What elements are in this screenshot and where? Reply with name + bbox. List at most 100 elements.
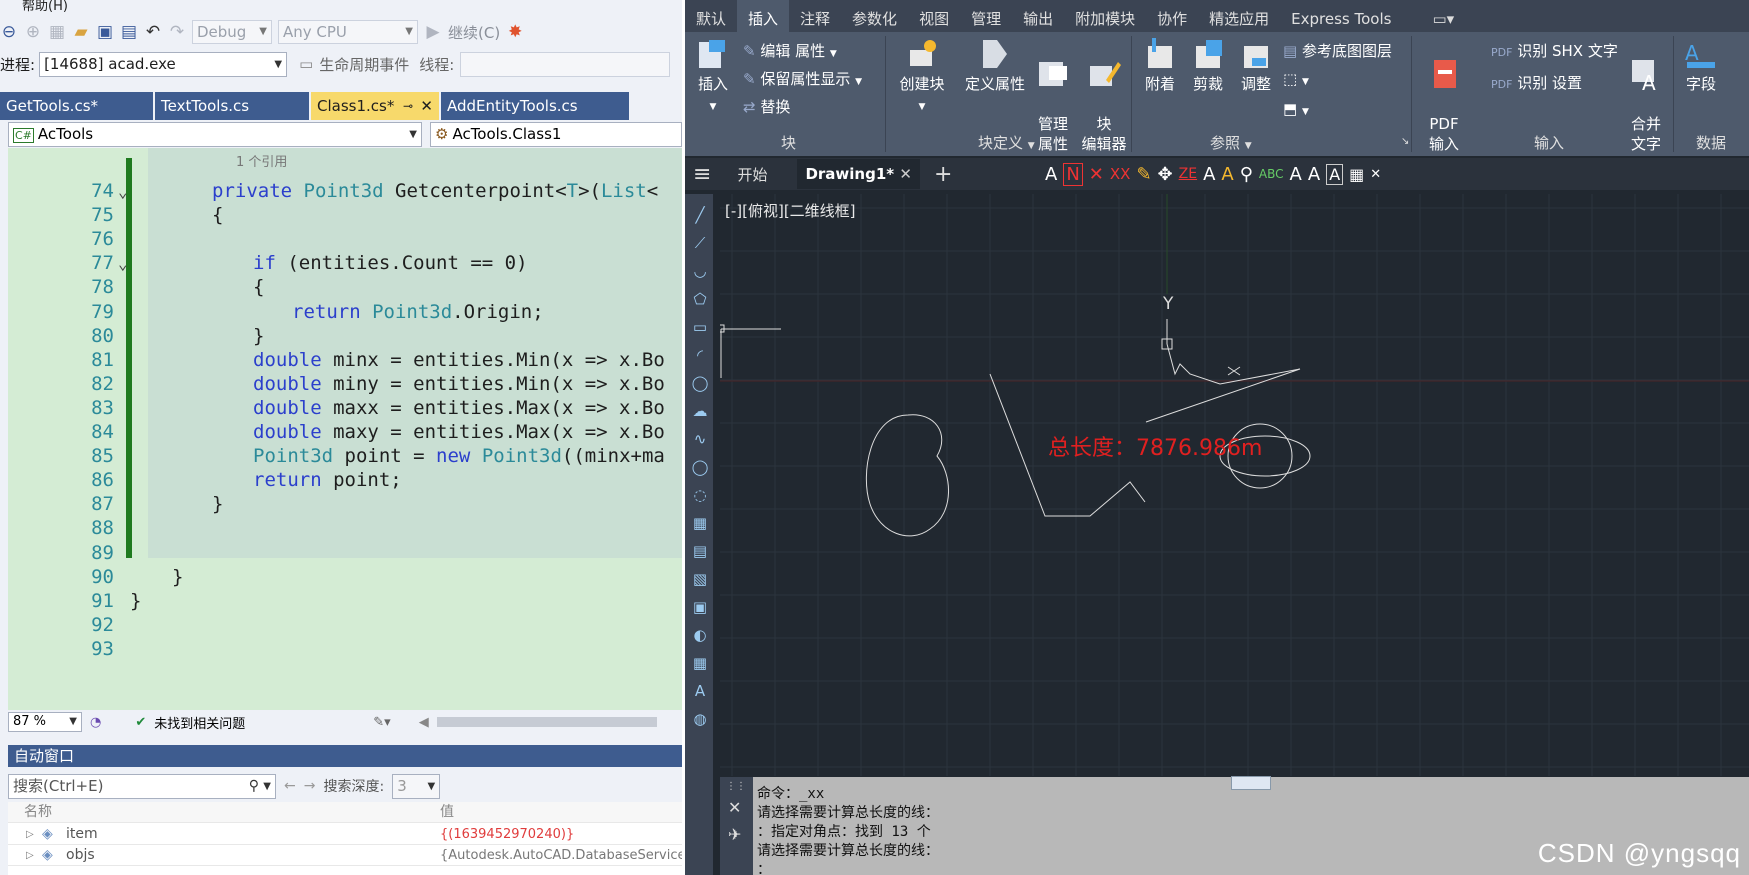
polyline-tool-icon[interactable]: ◡ [691, 262, 709, 280]
wrench-icon[interactable]: ✈ [728, 825, 753, 844]
underlay-layers-button[interactable]: ▤ 参考底图图层 [1283, 40, 1392, 61]
ribbon-tab[interactable]: 参数化 [841, 0, 908, 32]
panel-launcher-icon[interactable]: ↘ [1401, 136, 1409, 147]
code-line[interactable]: 85 Point3d point = new Point3d((minx+ma [8, 443, 682, 470]
command-line-resize-handle[interactable] [1231, 776, 1271, 790]
scroll-left-icon[interactable]: ◀ [419, 715, 429, 730]
search-icon[interactable]: ⚲ [249, 775, 259, 798]
point-tool-icon[interactable]: ◍ [691, 710, 709, 728]
ribbon-options-icon[interactable]: ▭▾ [1432, 0, 1454, 32]
chevron-down-icon[interactable]: ▼ [1028, 141, 1035, 151]
insert-block-button[interactable]: 插入 ▼ [691, 36, 735, 117]
spellcheck-icon[interactable]: ABC [1259, 167, 1284, 181]
replace-button[interactable]: ⇄ 替换 [743, 96, 790, 117]
tab-gettools[interactable]: GetTools.cs* [0, 92, 155, 120]
grip-icon[interactable]: ⋮⋮ [726, 781, 753, 792]
chevron-down-icon[interactable]: ▼ [1245, 141, 1252, 151]
tab-drawing1[interactable]: Drawing1* ✕ [797, 159, 920, 189]
toolbar-close-icon[interactable]: ✕ [1370, 167, 1381, 182]
undo-icon[interactable]: ↶ [144, 22, 162, 42]
spline-tool-icon[interactable]: ∿ [691, 430, 709, 448]
code-line[interactable]: 86 return point; [8, 467, 682, 494]
table-tool-icon[interactable]: ▦ [691, 654, 709, 672]
thread-dropdown[interactable] [460, 51, 671, 77]
ribbon-tab[interactable]: 默认 [685, 0, 737, 32]
create-block-button[interactable]: 创建块 ▼ [897, 36, 947, 117]
tab-addentitytools[interactable]: AddEntityTools.cs [441, 92, 631, 120]
class-dropdown[interactable]: ⚙ AcTools.Class1 [430, 122, 682, 147]
redo-icon[interactable]: ↷ [168, 22, 186, 42]
search-depth-dropdown[interactable]: 3 ▼ [392, 773, 441, 799]
ribbon-tab[interactable]: 管理 [960, 0, 1012, 32]
code-line[interactable]: 78 { [8, 274, 682, 301]
circle-tool-icon[interactable]: ◯ [691, 374, 709, 392]
wipeout-tool-icon[interactable]: ◐ [691, 626, 709, 644]
ribbon-tab[interactable]: 插入 [737, 0, 790, 32]
table-row[interactable]: ▷ ◈ objs {Autodesk.AutoCAD.DatabaseServi… [8, 845, 682, 866]
code-line[interactable]: 79 return Point3d.Origin; [8, 299, 682, 326]
close-icon[interactable]: ✕ [899, 165, 912, 183]
text-scale-icon[interactable]: A [1290, 164, 1302, 185]
revcloud-tool-icon[interactable]: ☁ [691, 402, 709, 420]
fold-chevron-icon[interactable]: ⌄ [118, 178, 128, 205]
code-line[interactable]: 75 { [8, 202, 682, 229]
close-icon[interactable]: ✕ [420, 92, 433, 120]
platform-dropdown[interactable]: Any CPU ▼ [278, 20, 418, 44]
text-edit-icon[interactable]: A [1221, 164, 1233, 185]
code-line[interactable]: 92 [8, 612, 682, 639]
ellipse-arc-tool-icon[interactable]: ◌ [691, 486, 709, 504]
text-a-icon[interactable]: A [1045, 164, 1057, 185]
expand-icon[interactable]: ▷ [26, 845, 34, 866]
field-button[interactable]: A 字段 [1679, 36, 1723, 94]
code-line[interactable]: 83 double maxx = entities.Max(x => x.Bo [8, 395, 682, 422]
autos-search-input[interactable]: 搜索(Ctrl+E) ⚲ ▼ [8, 773, 276, 799]
zoom-dropdown[interactable]: 87 % ▼ [8, 712, 82, 732]
open-folder-icon[interactable]: ▰ [72, 22, 90, 42]
code-line[interactable]: 77 if (entities.Count == 0) ⌄ [8, 250, 682, 277]
text-n-icon[interactable]: N [1063, 162, 1083, 186]
process-dropdown[interactable]: [14688] acad.exe ▼ [39, 51, 288, 77]
retain-attribute-display-button[interactable]: ✎ 保留属性显示 ▼ [743, 68, 862, 89]
code-line[interactable]: 88 [8, 515, 682, 542]
define-attribute-button[interactable]: 定义属性 [963, 36, 1027, 94]
fold-chevron-icon[interactable]: ⌄ [118, 250, 128, 277]
combine-text-button[interactable]: A 合并 文字 [1623, 36, 1669, 154]
new-project-icon[interactable]: ▦ [48, 22, 66, 42]
move-icon[interactable]: ✥ [1158, 164, 1173, 185]
recognize-shx-button[interactable]: PDF 识别 SHX 文字 [1491, 40, 1618, 61]
code-line[interactable]: 74 private Point3d Getcenterpoint<T>(List… [8, 178, 682, 205]
edit-attribute-button[interactable]: ✎ 编辑 属性 ▼ [743, 40, 837, 61]
find-icon[interactable]: ⚲ [1240, 164, 1253, 185]
code-line[interactable]: 76 [8, 226, 682, 253]
code-line[interactable]: 90} [8, 564, 682, 591]
recognize-settings-button[interactable]: PDF 识别 设置 [1491, 72, 1582, 93]
ribbon-tab[interactable]: 注释 [789, 0, 841, 32]
adjust-button[interactable]: 调整 [1233, 36, 1279, 94]
attach-button[interactable]: 附着 [1137, 36, 1183, 94]
polygon-tool-icon[interactable]: ⬠ [691, 290, 709, 308]
intellicode-icon[interactable]: ◔ [90, 715, 101, 730]
tab-texttools[interactable]: TextTools.cs [155, 92, 311, 120]
new-tab-icon[interactable]: + [934, 162, 952, 187]
ribbon-tab[interactable]: 附加模块 [1064, 0, 1146, 32]
frames-button[interactable]: ⬚ ▼ [1283, 70, 1309, 88]
ribbon-tab[interactable]: 输出 [1012, 0, 1064, 32]
text-x-icon[interactable]: ✕ [1089, 164, 1104, 185]
ray-tool-icon[interactable]: ⟋ [691, 234, 709, 252]
hamburger-menu-icon[interactable]: ≡ [693, 162, 711, 187]
forward-icon[interactable]: ⊕ [24, 22, 42, 42]
ribbon-tab[interactable]: 协作 [1146, 0, 1198, 32]
config-dropdown[interactable]: Debug ▼ [192, 20, 272, 44]
code-line[interactable]: 91} [8, 588, 682, 615]
ribbon-tab[interactable]: Express Tools [1280, 0, 1402, 32]
line-tool-icon[interactable]: ╱ [691, 206, 709, 224]
project-dropdown[interactable]: C# AcTools ▼ [8, 122, 422, 147]
code-line[interactable]: 87} [8, 491, 682, 518]
pdf-import-button[interactable]: PDF 输入 [1419, 36, 1469, 154]
ellipse-tool-icon[interactable]: ◯ [691, 458, 709, 476]
save-all-icon[interactable]: ▤ [120, 22, 138, 42]
back-icon[interactable]: ⊖ [0, 22, 18, 42]
text-style-icon[interactable]: A [1203, 164, 1215, 185]
code-line[interactable]: 84 double maxy = entities.Max(x => x.Bo [8, 419, 682, 446]
text-xx-icon[interactable]: XX [1110, 165, 1131, 183]
